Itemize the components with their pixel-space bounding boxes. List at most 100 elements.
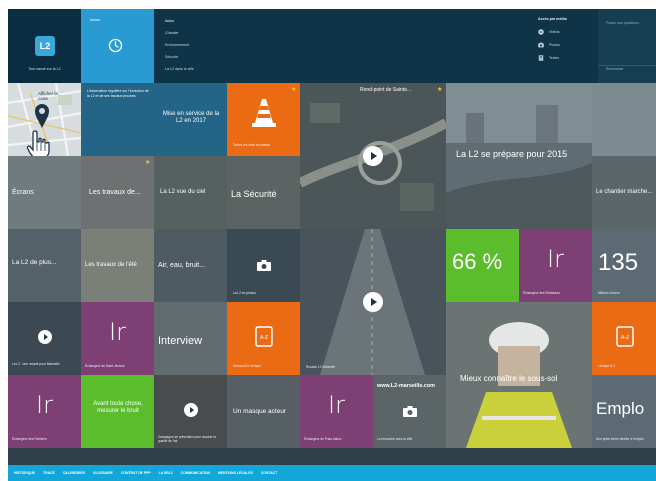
camera-icon xyxy=(403,406,417,417)
chantier-tile[interactable]: Le chantier marche... xyxy=(592,156,656,229)
document-icon xyxy=(538,55,544,61)
ecran-side-tile[interactable] xyxy=(592,83,656,156)
info-tile[interactable]: L'information régulière sur l'évolution … xyxy=(81,83,154,156)
emploi-caption: Une plate-forme dédiée à l'emploi xyxy=(596,437,644,441)
media-photos-link[interactable]: Photos xyxy=(538,42,560,48)
pct-tile[interactable]: 66 % xyxy=(446,229,519,302)
footer-link-calendrier[interactable]: CALENDRIER xyxy=(63,471,85,475)
video1-caption: La L2 : une rocade pour Marseille xyxy=(12,362,60,366)
service-tile[interactable]: Mise en service de la L2 en 2017 xyxy=(154,83,227,156)
lr1-tile[interactable]: Ir Échangeur des Restauras xyxy=(519,229,592,302)
az1-tile[interactable]: A-Z Découvrir le lexique xyxy=(227,302,300,375)
masque-tile[interactable]: Un masque acteur xyxy=(227,375,300,448)
footer-link-mentions[interactable]: MENTIONS LÉGALES xyxy=(218,471,253,475)
air-tile-title: Air, eau, bruit... xyxy=(158,262,206,269)
home-logo[interactable]: L2 Tout savoir sur la L2 xyxy=(8,9,81,83)
info-tile-text: L'information régulière sur l'évolution … xyxy=(87,89,149,98)
l2photo-tile[interactable]: La L2 en photos xyxy=(227,229,300,302)
hand-cursor-icon xyxy=(26,130,50,156)
securite-tile-title: La Sécurité xyxy=(231,189,277,199)
route-tile[interactable]: Rocade L2 Marseille xyxy=(300,229,446,375)
search-button[interactable]: Rechercher xyxy=(606,67,624,71)
media-videos-label: Vidéos xyxy=(549,30,560,34)
footer-link-historique[interactable]: HISTORIQUE xyxy=(14,471,35,475)
ecrans-tile[interactable]: Écrans xyxy=(8,156,81,229)
site-tile[interactable]: www.L2-marseille.com La rencontre avec l… xyxy=(373,375,446,448)
rondpoint-overlay: Rond-point de Sainte... xyxy=(360,87,412,93)
interchange-icon: Ir xyxy=(109,318,126,346)
l2photo-caption: La L2 en photos xyxy=(233,291,256,295)
page-frame: L2 Tout savoir sur la L2 Actus Actus Cha… xyxy=(8,9,656,481)
emploi-tile-title: Emplo xyxy=(596,399,645,418)
footer-bar: HISTORIQUE TRACÉ CALENDRIER GLOSSAIRE CO… xyxy=(8,465,656,481)
avant-tile-title: Avant toute chose, mesurer le bruit xyxy=(93,401,143,414)
submenu-chantier[interactable]: Chantier xyxy=(165,31,179,35)
partial-tile-row xyxy=(8,448,656,465)
lr2-tile[interactable]: Ir Échangeur de Saint-Jérôme xyxy=(81,302,154,375)
submenu-environnement[interactable]: Environnement xyxy=(165,43,189,47)
emploi-tile[interactable]: Emplo Une plate-forme dédiée à l'emploi xyxy=(592,375,656,448)
avant-tile[interactable]: Avant toute chose, mesurer le bruit xyxy=(81,375,154,448)
footer-link-ppp[interactable]: CONTRAT DE PPP xyxy=(121,471,151,475)
pct-value: 66 % xyxy=(452,249,503,274)
mieux-tile-title: Mieux connaître le sous-sol xyxy=(460,374,558,383)
prepare-tile-title: La L2 se prépare pour 2015 xyxy=(456,149,568,159)
num-value: 135 xyxy=(598,249,639,276)
prepare-tile[interactable]: La L2 se prépare pour 2015 xyxy=(446,83,592,229)
video1-play-icon xyxy=(38,330,52,344)
rondpoint-tile[interactable]: Rond-point de Sainte... ★ xyxy=(300,83,446,229)
millions-caption: Millions d'euros xyxy=(598,291,620,295)
clock-icon xyxy=(108,38,123,53)
securite-tile[interactable]: La Sécurité xyxy=(227,156,300,229)
masque-tile-title: Un masque acteur xyxy=(233,408,287,415)
l2vue-tile-title: La L2 vue du ciel xyxy=(160,189,206,195)
map-pin-icon xyxy=(35,104,49,128)
lr4-tile[interactable]: Ir Échangeur de Frais-Vallon xyxy=(300,375,373,448)
media-texts-link[interactable]: Textes xyxy=(538,55,559,61)
footer-link-communication[interactable]: COMMUNICATION xyxy=(181,471,210,475)
num-tile[interactable]: 135 Millions d'euros xyxy=(592,229,656,302)
submenu-actus[interactable]: Actus xyxy=(165,19,174,23)
az2-tile[interactable]: A-Z Lexique A-Z xyxy=(592,302,656,375)
prevu-tile[interactable]: Campagne de prévention pour assurer la q… xyxy=(154,375,227,448)
camera-icon xyxy=(257,260,271,271)
lr3-tile[interactable]: Ir Échangeur des Palmiers xyxy=(8,375,81,448)
traffic-cone-icon xyxy=(252,99,276,127)
submenu-l2-ville[interactable]: La L2 dans la ville xyxy=(165,67,194,71)
new-star-icon: ★ xyxy=(145,160,151,166)
footer-link-contact[interactable]: CONTACT xyxy=(261,471,277,475)
nav-actus[interactable]: Actus xyxy=(81,9,154,83)
ete-tile[interactable]: Les travaux de l'été xyxy=(81,229,154,302)
video1-tile[interactable]: La L2 : une rocade pour Marseille xyxy=(8,302,81,375)
travaux1-tile-title: Les travaux de... xyxy=(89,189,141,196)
footer-link-trace[interactable]: TRACÉ xyxy=(43,471,55,475)
mieux-tile[interactable]: Mieux connaître le sous-sol xyxy=(446,302,592,448)
air-tile[interactable]: Air, eau, bruit... xyxy=(154,229,227,302)
travaux1-tile[interactable]: Les travaux de... ★ xyxy=(81,156,154,229)
l2vue-tile[interactable]: La L2 vue du ciel xyxy=(154,156,227,229)
interview-tile-title: Interview xyxy=(158,335,203,347)
footer-link-glossaire[interactable]: GLOSSAIRE xyxy=(93,471,113,475)
bajd-tile[interactable]: La L2 de plus... xyxy=(8,229,81,302)
media-access-title: Accès par média xyxy=(538,17,567,21)
svg-text:A-Z: A-Z xyxy=(260,335,268,341)
deviation-tile[interactable]: Toutes les infos circulation ★ xyxy=(227,83,300,156)
chantier-tile-title: Le chantier marche... xyxy=(596,189,653,195)
new-star-icon: ★ xyxy=(437,87,443,93)
map-tile[interactable]: Afficher la carte xyxy=(8,83,81,156)
site-tile-title: www.L2-marseille.com xyxy=(377,383,435,389)
media-texts-label: Textes xyxy=(549,56,560,60)
new-star-icon: ★ xyxy=(291,87,297,93)
media-access: Accès par média Vidéos Photos Textes xyxy=(528,9,600,83)
map-tile-label: Afficher la carte xyxy=(38,91,58,101)
interchange-icon: Ir xyxy=(547,245,564,273)
media-videos-link[interactable]: Vidéos xyxy=(538,29,560,35)
interchange-icon: Ir xyxy=(328,391,345,419)
search-panel: Posez vos questions Rechercher xyxy=(598,9,656,83)
deviation-caption: Toutes les infos circulation xyxy=(233,143,271,147)
submenu-securite[interactable]: Sécurité xyxy=(165,55,178,59)
interview-tile[interactable]: Interview xyxy=(154,302,227,375)
footer-link-srl2[interactable]: LA SRL2 xyxy=(159,471,173,475)
search-input[interactable]: Posez vos questions xyxy=(606,21,646,26)
az1-caption: Découvrir le lexique xyxy=(233,364,261,368)
